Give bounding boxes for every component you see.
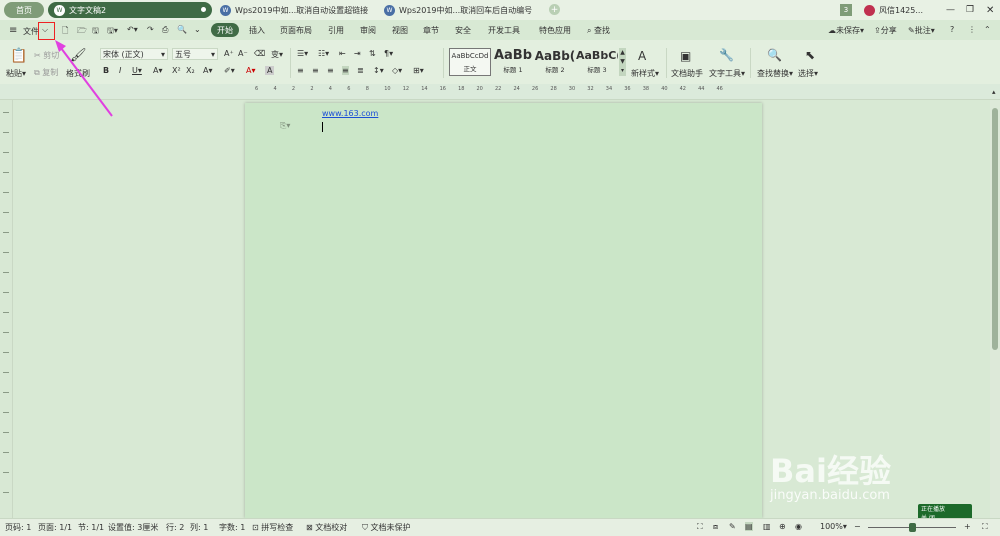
status-pages: 页面: 1/1 [38,523,73,532]
zoom-value: 100% [820,522,843,531]
view-outline2-icon[interactable]: ▥ [763,522,771,531]
zoom-in-icon[interactable]: + [964,522,971,531]
protect-label: 文档未保护 [370,523,411,532]
spell-check-button[interactable]: ⊡ 拼写检查 [252,522,293,533]
annotation-arrow [55,40,113,117]
view-outline-icon[interactable]: ⛶ [697,522,703,532]
status-section: 节: 1/1 [78,523,105,532]
protect-button[interactable]: ⛉ 文档未保护 [362,522,411,533]
view-write-icon[interactable]: ✎ [729,522,736,531]
zoom-out-icon[interactable]: − [854,522,861,531]
shield-icon: ⛉ [362,523,368,532]
proofread-icon: ⊠ [306,523,313,532]
proofread-label: 文档校对 [315,523,348,532]
view-read-icon[interactable]: ⧈ [713,522,718,532]
status-setting: 设置值: 3厘米 [108,523,159,532]
eye-protect-icon[interactable]: ◉ [795,522,802,531]
status-row: 行: 2 [166,523,185,532]
zoom-level[interactable]: 100%▾ [820,522,847,531]
status-page-num: 页码: 1 [5,523,32,532]
status-col: 列: 1 [190,523,209,532]
status-words[interactable]: 字数: 1 [219,522,245,533]
spell-check-label: 拼写检查 [261,523,294,532]
view-page-icon[interactable]: ▤ [745,522,753,531]
proofread-button[interactable]: ⊠ 文档校对 [306,522,347,533]
view-web-icon[interactable]: ⊕ [779,522,786,531]
zoom-slider-thumb[interactable] [909,523,916,532]
spell-check-icon: ⊡ [252,523,259,532]
fit-window-icon[interactable]: ⛶ [982,522,988,532]
